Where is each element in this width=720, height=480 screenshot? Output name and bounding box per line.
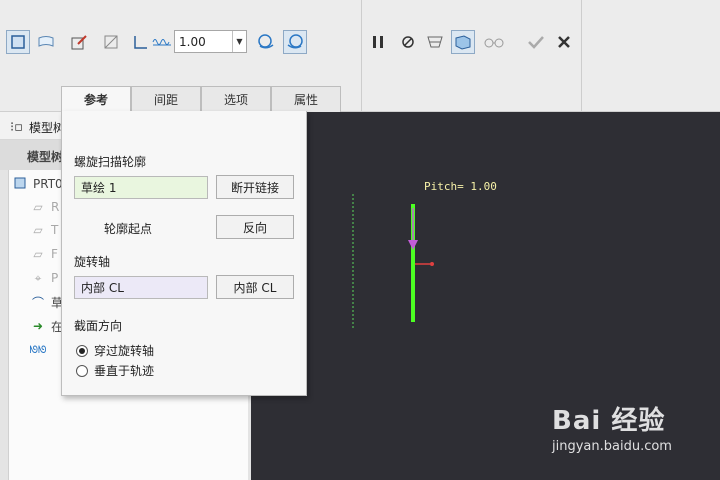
helix-preview [352,194,434,330]
pitch-value[interactable]: 1.00 [175,35,232,49]
toolbar-separator [581,0,582,111]
left-hand-icon[interactable] [254,30,278,54]
tree-item[interactable]: ⌖ P [29,268,59,288]
cancel-icon[interactable] [552,30,576,54]
part-icon [11,176,29,193]
radio-through-axis-label: 穿过旋转轴 [94,344,155,358]
plane-icon: ▱ [33,200,43,214]
tree-item-label: P [51,271,59,285]
tree-icon[interactable]: ⁝▫ [10,120,23,135]
profile-collector[interactable]: 草绘 1 [74,176,208,199]
references-panel: 螺旋扫描轮廓 草绘 1 断开链接 轮廓起点 反向 旋转轴 内部 CL 内部 CL… [61,111,307,396]
solid-icon[interactable] [6,30,30,54]
profile-start-label: 轮廓起点 [104,222,153,236]
radio-unselected-icon[interactable] [76,364,88,377]
pitch-input[interactable]: 1.00 ▼ [174,30,247,53]
insert-arrow-icon: ➜ [32,319,44,333]
pitch-annotation[interactable]: Pitch= 1.00 [424,180,497,193]
tab-properties[interactable]: 属性 [271,86,341,112]
radio-through-axis[interactable]: 穿过旋转轴 [76,342,154,359]
tree-item-label: T [51,223,59,237]
flip-button[interactable]: 反向 [216,215,294,239]
plane-icon: ▱ [33,247,43,261]
tree-item[interactable]: ⌒ 草 [29,292,63,312]
tree-item[interactable]: ▱ R [29,197,59,217]
axis-collector[interactable]: 内部 CL [74,276,208,299]
chevron-down-icon[interactable]: ▼ [232,31,246,52]
sketch-icon[interactable] [67,30,91,54]
tab-references[interactable]: 参考 [61,86,131,112]
helix-icon [150,30,174,54]
watermark-url: jingyan.baidu.com [552,439,672,454]
tree-item[interactable]: ▱ F [29,244,58,264]
profile-label: 螺旋扫描轮廓 [74,155,147,169]
model-tree-title: 模型树 [28,121,65,135]
break-link-button[interactable]: 断开链接 [216,175,294,199]
thin-icon[interactable] [99,30,123,54]
preview-icon[interactable] [423,30,447,54]
axis-label: 旋转轴 [74,255,111,269]
tree-root[interactable]: PRT0 [11,174,63,194]
tree-item[interactable]: ᘚᘚ [29,340,51,360]
no-preview-icon[interactable] [396,30,420,54]
model-tree-column-title: 模型树 [27,150,64,164]
glasses-icon[interactable] [482,30,506,54]
verify-icon[interactable] [451,30,475,54]
tab-options[interactable]: 选项 [201,86,271,112]
internal-cl-button[interactable]: 内部 CL [216,275,294,299]
toolbar-separator [361,0,362,111]
tree-item[interactable]: ➜ 在 [29,316,63,336]
arrow-head [408,240,418,250]
profile-icon[interactable] [128,30,152,54]
tab-pitch[interactable]: 间距 [131,86,201,112]
tree-item-label: F [51,247,58,261]
sketch-icon: ⌒ [31,295,44,310]
surface-icon[interactable] [34,30,58,54]
helix-feature-icon: ᘚᘚ [29,344,47,356]
plane-icon: ▱ [33,223,43,237]
dashboard-tabs: 参考 间距 选项 属性 [61,86,341,112]
right-hand-icon[interactable] [283,30,307,54]
start-point [430,262,434,266]
csys-icon: ⌖ [34,270,42,285]
tree-item[interactable]: ▱ T [29,220,58,240]
pause-icon[interactable] [366,30,390,54]
radio-normal-label: 垂直于轨迹 [94,364,155,378]
watermark-brand: Bai 经验 [552,406,666,436]
ok-icon[interactable] [524,30,548,54]
baidu-watermark: Bai 经验 jingyan.baidu.com [552,400,672,454]
radio-selected-icon[interactable] [76,344,88,357]
section-orientation-label: 截面方向 [74,319,123,333]
tree-item-label: R [51,200,60,214]
sketch-vertex [411,262,415,266]
tree-root-label: PRT0 [33,177,63,191]
radio-normal-to-trajectory[interactable]: 垂直于轨迹 [76,362,154,379]
